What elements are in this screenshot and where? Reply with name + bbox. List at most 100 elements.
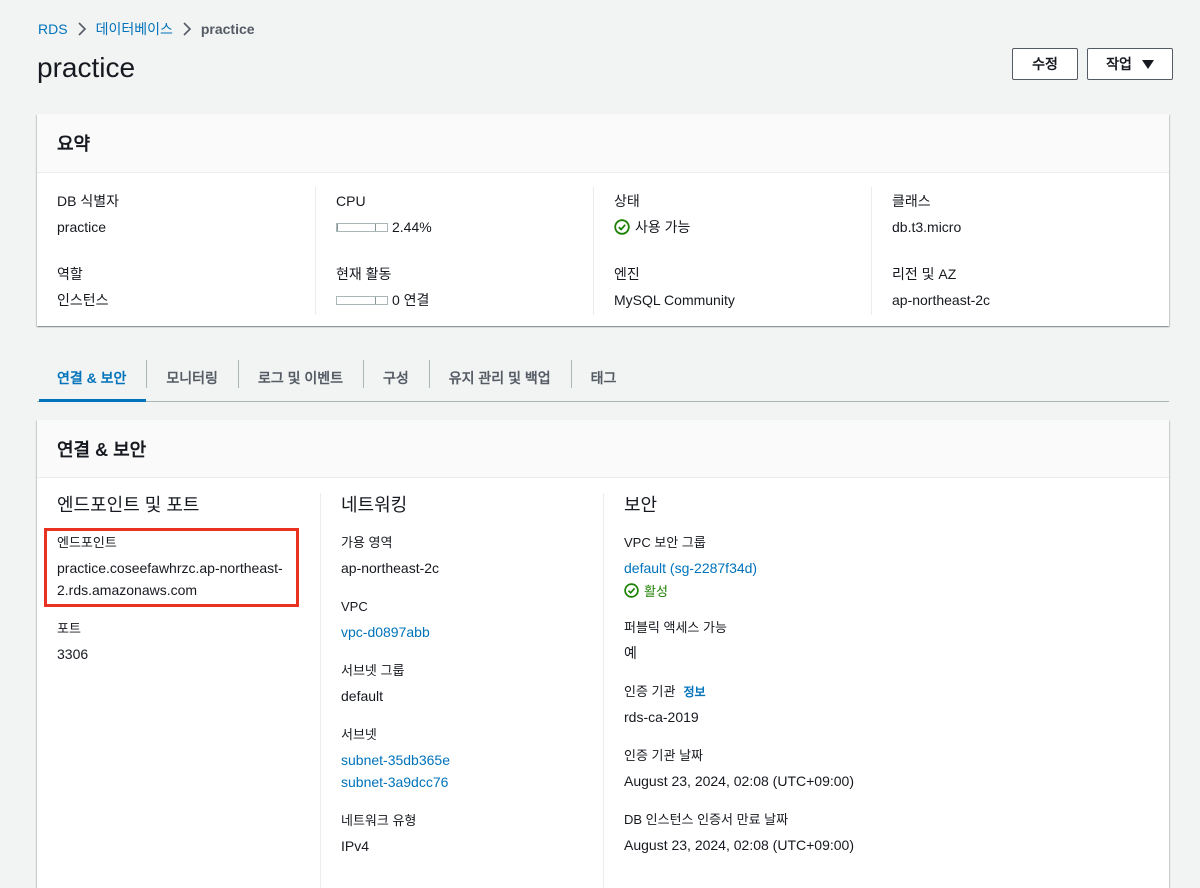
db-identifier-value: practice xyxy=(57,219,107,235)
network-type-label: 네트워크 유형 xyxy=(341,813,417,828)
connectivity-header: 연결 & 보안 xyxy=(37,420,1169,478)
activity-value: 0 연결 xyxy=(392,292,430,308)
connectivity-grid: 엔드포인트 및 포트 엔드포인트 practice.coseefawhrzc.a… xyxy=(37,478,1169,888)
tab-monitoring[interactable]: 모니터링 xyxy=(146,355,238,401)
activity-field: 현재 활동 0 연결 xyxy=(336,264,573,333)
endpoint-line-2: 2.rds.amazonaws.com xyxy=(57,582,198,598)
endpoint-field: 엔드포인트 practice.coseefawhrzc.ap-northeast… xyxy=(57,533,300,601)
subnets-label: 서브넷 xyxy=(341,727,377,742)
region-field: 리전 및 AZ ap-northeast-2c xyxy=(892,264,1129,333)
tab-maintenance-backups[interactable]: 유지 관리 및 백업 xyxy=(428,355,571,401)
connectivity-panel: 연결 & 보안 엔드포인트 및 포트 엔드포인트 practice.coseef… xyxy=(37,420,1169,888)
vpc-security-group-link[interactable]: default (sg-2287f34d) xyxy=(624,557,1143,579)
cpu-meter xyxy=(336,222,388,232)
subnet-group-field: 서브넷 그룹 default xyxy=(341,661,583,707)
ca-date-value: August 23, 2024, 02:08 (UTC+09:00) xyxy=(624,773,854,789)
actions-dropdown-button[interactable]: 작업 xyxy=(1087,48,1173,80)
region-value: ap-northeast-2c xyxy=(892,292,991,308)
cpu-field: CPU 2.44% xyxy=(336,191,573,260)
activity-meter-row: 0 연결 xyxy=(336,290,573,310)
endpoint-value[interactable]: practice.coseefawhrzc.ap-northeast- 2.rd… xyxy=(57,557,300,601)
port-value: 3306 xyxy=(57,646,89,662)
vpc-label: VPC xyxy=(341,599,368,614)
status-text: 사용 가능 xyxy=(635,219,691,235)
engine-value: MySQL Community xyxy=(614,292,735,308)
summary-col-identity: DB 식별자 practice 역할 인스턴스 xyxy=(37,187,315,315)
status-field: 상태 사용 가능 xyxy=(614,191,851,260)
engine-label: 엔진 xyxy=(614,266,640,282)
role-value: 인스턴스 xyxy=(57,292,109,308)
cpu-meter-row: 2.44% xyxy=(336,217,573,237)
security-group-status: 활성 xyxy=(624,581,1143,600)
endpoint-port-section: 엔드포인트 및 포트 엔드포인트 practice.coseefawhrzc.a… xyxy=(37,493,320,888)
status-value: 사용 가능 xyxy=(614,217,851,237)
public-access-label: 퍼블릭 액세스 가능 xyxy=(624,620,727,635)
status-label: 상태 xyxy=(614,193,640,209)
az-field: 가용 영역 ap-northeast-2c xyxy=(341,533,583,579)
chevron-right-icon xyxy=(173,22,201,36)
subnet-group-value: default xyxy=(341,688,384,704)
cpu-meter-fill xyxy=(337,223,339,231)
subnet-group-label: 서브넷 그룹 xyxy=(341,663,405,678)
activity-label: 현재 활동 xyxy=(336,266,392,282)
endpoint-label: 엔드포인트 xyxy=(57,535,117,550)
subnet-link-2[interactable]: subnet-3a9dcc76 xyxy=(341,771,583,793)
engine-field: 엔진 MySQL Community xyxy=(614,264,851,333)
summary-col-status: 상태 사용 가능 엔진 MySQL Community xyxy=(593,187,871,315)
network-type-field: 네트워크 유형 IPv4 xyxy=(341,811,583,857)
connectivity-title: 연결 & 보안 xyxy=(57,439,147,460)
summary-grid: DB 식별자 practice 역할 인스턴스 CPU 2.44% 현재 활동 … xyxy=(37,173,1169,315)
class-label: 클래스 xyxy=(892,193,931,209)
tab-logs-events[interactable]: 로그 및 이벤트 xyxy=(237,355,363,401)
activity-meter-tick xyxy=(375,296,376,304)
db-identifier-field: DB 식별자 practice xyxy=(57,191,295,260)
port-label: 포트 xyxy=(57,621,81,636)
role-label: 역할 xyxy=(57,266,83,282)
certificate-authority-info-link[interactable]: 정보 xyxy=(683,682,705,702)
caret-down-icon xyxy=(1141,59,1154,69)
breadcrumb: RDS 데이터베이스 practice xyxy=(38,19,255,39)
cert-expiry-label: DB 인스턴스 인증서 만료 날짜 xyxy=(624,812,789,827)
activity-meter xyxy=(336,295,388,305)
page-title: practice xyxy=(37,52,136,83)
cert-expiry-field: DB 인스턴스 인증서 만료 날짜 August 23, 2024, 02:08… xyxy=(624,810,1143,856)
breadcrumb-databases[interactable]: 데이터베이스 xyxy=(96,19,173,39)
certificate-authority-field: 인증 기관 정보 rds-ca-2019 xyxy=(624,682,1143,728)
check-circle-icon xyxy=(624,583,639,598)
summary-panel: 요약 DB 식별자 practice 역할 인스턴스 CPU 2.44% 현재 … xyxy=(37,114,1169,326)
cpu-meter-tick xyxy=(375,223,376,231)
vpc-field: VPC vpc-d0897abb xyxy=(341,597,583,643)
networking-heading: 네트워킹 xyxy=(341,495,408,515)
public-access-field: 퍼블릭 액세스 가능 예 xyxy=(624,618,1143,664)
vpc-security-group-label: VPC 보안 그룹 xyxy=(624,535,706,550)
az-value: ap-northeast-2c xyxy=(341,560,440,576)
security-heading: 보안 xyxy=(624,495,658,515)
security-section: 보안 VPC 보안 그룹 default (sg-2287f34d) 활성 퍼블… xyxy=(603,493,1163,888)
summary-col-usage: CPU 2.44% 현재 활동 0 연결 xyxy=(315,187,593,315)
ca-date-label: 인증 기관 날짜 xyxy=(624,748,703,763)
subnet-link-1[interactable]: subnet-35db365e xyxy=(341,749,583,771)
summary-header: 요약 xyxy=(37,114,1169,173)
breadcrumb-rds[interactable]: RDS xyxy=(38,21,68,37)
tab-connectivity-security[interactable]: 연결 & 보안 xyxy=(37,355,147,402)
db-identifier-label: DB 식별자 xyxy=(57,193,119,209)
networking-section: 네트워킹 가용 영역 ap-northeast-2c VPC vpc-d0897… xyxy=(320,493,603,888)
network-type-value: IPv4 xyxy=(341,838,370,854)
ca-date-field: 인증 기관 날짜 August 23, 2024, 02:08 (UTC+09:… xyxy=(624,746,1143,792)
certificate-authority-label: 인증 기관 xyxy=(624,684,676,699)
public-access-value: 예 xyxy=(624,645,637,661)
endpoint-port-heading: 엔드포인트 및 포트 xyxy=(57,495,200,515)
role-field: 역할 인스턴스 xyxy=(57,264,295,333)
az-label: 가용 영역 xyxy=(341,535,393,550)
vpc-link[interactable]: vpc-d0897abb xyxy=(341,621,583,643)
tab-configuration[interactable]: 구성 xyxy=(363,355,429,401)
modify-button[interactable]: 수정 xyxy=(1012,48,1078,80)
summary-col-class: 클래스 db.t3.micro 리전 및 AZ ap-northeast-2c xyxy=(871,187,1149,315)
vpc-security-group-field: VPC 보안 그룹 default (sg-2287f34d) 활성 xyxy=(624,533,1143,600)
cpu-value: 2.44% xyxy=(392,219,432,235)
certificate-authority-label-row: 인증 기관 정보 xyxy=(624,682,1143,702)
breadcrumb-current: practice xyxy=(200,21,255,37)
header-actions: 수정 작업 xyxy=(1012,48,1173,80)
certificate-authority-value: rds-ca-2019 xyxy=(624,709,699,725)
tab-tags[interactable]: 태그 xyxy=(570,355,637,401)
